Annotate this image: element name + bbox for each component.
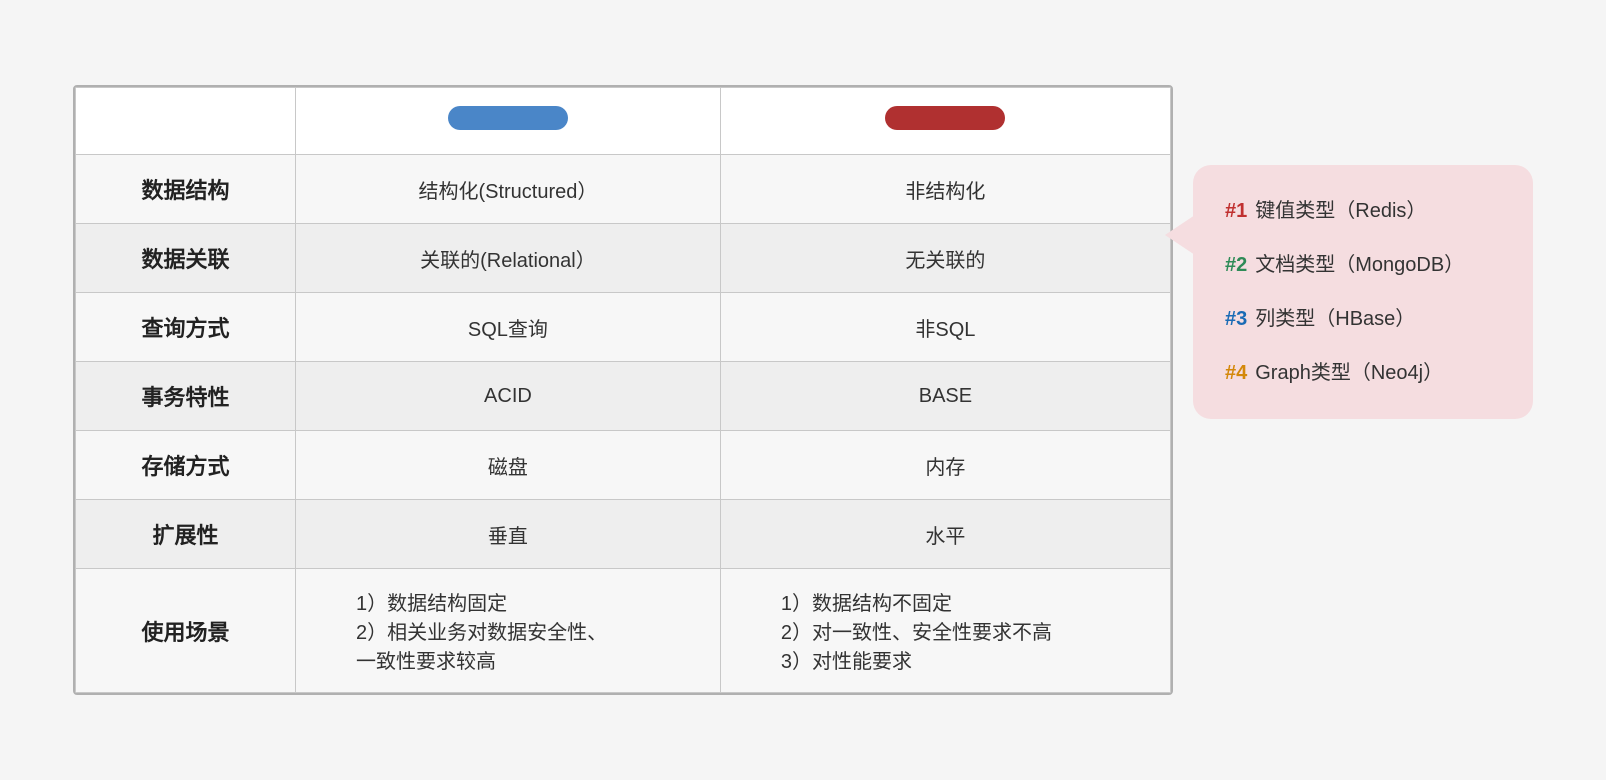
sql-cell: ACID (296, 362, 721, 431)
feature-cell: 使用场景 (76, 569, 296, 693)
callout-num-3: #3 (1225, 301, 1247, 337)
nosql-cell: 无关联的 (720, 224, 1170, 293)
content-wrapper: 数据结构结构化(Structured）非结构化数据关联关联的(Relationa… (73, 85, 1533, 695)
col-header-empty (76, 88, 296, 155)
feature-cell: 扩展性 (76, 500, 296, 569)
feature-cell: 存储方式 (76, 431, 296, 500)
nosql-cell: 1）数据结构不固定2）对一致性、安全性要求不高3）对性能要求 (720, 569, 1170, 693)
callout-text-4: Graph类型（Neo4j） (1255, 355, 1443, 391)
slide-container: 数据结构结构化(Structured）非结构化数据关联关联的(Relationa… (0, 0, 1606, 780)
feature-cell: 查询方式 (76, 293, 296, 362)
table-row: 使用场景1）数据结构固定2）相关业务对数据安全性、一致性要求较高1）数据结构不固… (76, 569, 1171, 693)
callout-item-2: #2文档类型（MongoDB） (1225, 247, 1501, 283)
callout-box: #1键值类型（Redis）#2文档类型（MongoDB）#3列类型（HBase）… (1193, 165, 1533, 419)
sql-cell: 垂直 (296, 500, 721, 569)
callout-text-2: 文档类型（MongoDB） (1255, 247, 1464, 283)
callout-num-1: #1 (1225, 193, 1247, 229)
callout-item-3: #3列类型（HBase） (1225, 301, 1501, 337)
nosql-badge (885, 106, 1005, 130)
feature-cell: 事务特性 (76, 362, 296, 431)
callout-item-4: #4Graph类型（Neo4j） (1225, 355, 1501, 391)
callout-num-2: #2 (1225, 247, 1247, 283)
comparison-table: 数据结构结构化(Structured）非结构化数据关联关联的(Relationa… (75, 87, 1171, 693)
callout-num-4: #4 (1225, 355, 1247, 391)
callout-text-3: 列类型（HBase） (1255, 301, 1415, 337)
table-row: 查询方式SQL查询非SQL (76, 293, 1171, 362)
callout-item-1: #1键值类型（Redis） (1225, 193, 1501, 229)
nosql-cell: 非SQL (720, 293, 1170, 362)
sql-cell: 结构化(Structured） (296, 155, 721, 224)
sql-cell: 关联的(Relational） (296, 224, 721, 293)
col-header-sql (296, 88, 721, 155)
table-row: 数据结构结构化(Structured）非结构化 (76, 155, 1171, 224)
sql-badge (448, 106, 568, 130)
callout-text-1: 键值类型（Redis） (1255, 193, 1426, 229)
table-row: 扩展性垂直水平 (76, 500, 1171, 569)
sql-cell: 磁盘 (296, 431, 721, 500)
feature-cell: 数据结构 (76, 155, 296, 224)
table-row: 存储方式磁盘内存 (76, 431, 1171, 500)
nosql-cell: 内存 (720, 431, 1170, 500)
sql-cell: 1）数据结构固定2）相关业务对数据安全性、一致性要求较高 (296, 569, 721, 693)
nosql-cell: 非结构化 (720, 155, 1170, 224)
feature-cell: 数据关联 (76, 224, 296, 293)
table-row: 数据关联关联的(Relational）无关联的 (76, 224, 1171, 293)
table-row: 事务特性ACIDBASE (76, 362, 1171, 431)
nosql-cell: 水平 (720, 500, 1170, 569)
table-wrapper: 数据结构结构化(Structured）非结构化数据关联关联的(Relationa… (73, 85, 1173, 695)
sql-cell: SQL查询 (296, 293, 721, 362)
col-header-nosql (720, 88, 1170, 155)
nosql-cell: BASE (720, 362, 1170, 431)
